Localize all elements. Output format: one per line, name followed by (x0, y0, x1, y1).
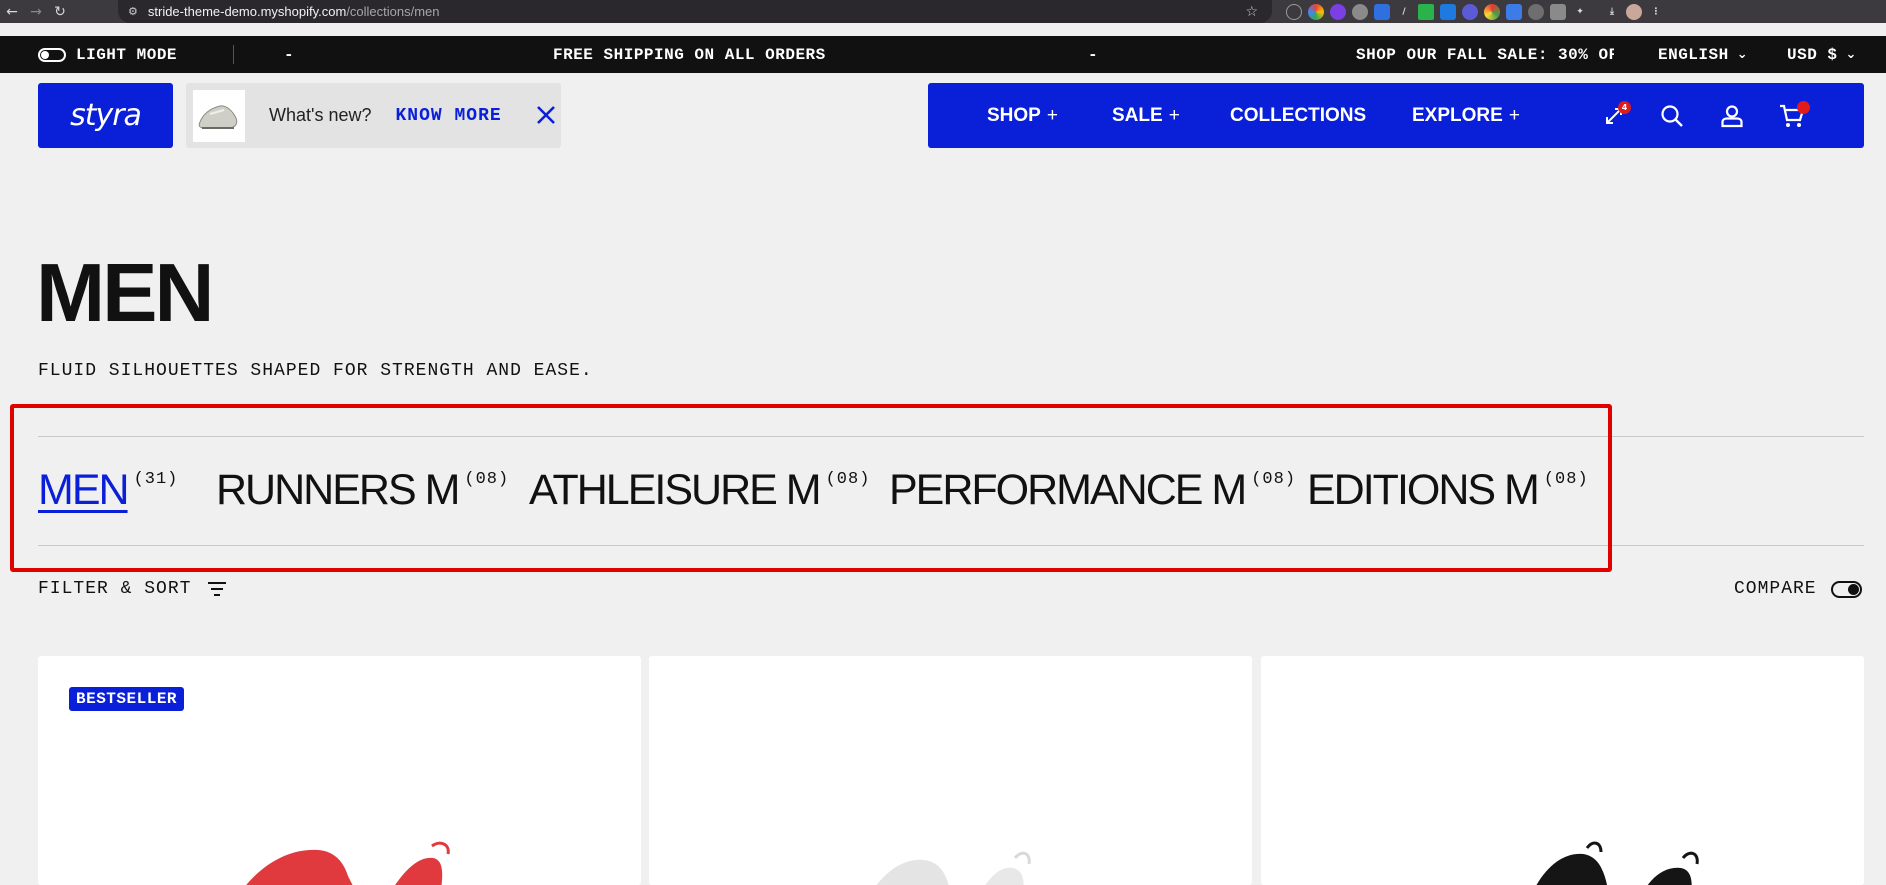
product-image (876, 851, 1031, 885)
url-host: stride-theme-demo.myshopify.com (147, 4, 347, 19)
product-card[interactable]: BESTSELLER (38, 656, 641, 885)
separator: - (1088, 45, 1099, 64)
tab-label: MEN (38, 466, 130, 514)
back-icon[interactable]: ← (0, 0, 24, 23)
dark-mode-toggle-icon (38, 47, 66, 62)
extension-icon[interactable] (1528, 3, 1544, 20)
main-navigation: SHOP + SALE + COLLECTIONS EXPLORE + 4 (928, 83, 1864, 148)
plus-icon: + (1168, 104, 1180, 126)
nav-shop-label: SHOP (987, 104, 1041, 126)
extension-icon[interactable] (1374, 3, 1390, 20)
chevron-down-icon: ⌄ (1736, 47, 1749, 62)
bookmark-star-icon[interactable]: ☆ (1245, 4, 1258, 20)
address-bar[interactable]: ⚙ stride-theme-demo.myshopify.com/collec… (118, 0, 1272, 23)
compare-count-badge: 4 (1618, 101, 1631, 114)
product-image (1536, 841, 1699, 885)
collection-tab-editions-m[interactable]: EDITIONS M (08) (1307, 464, 1589, 516)
collection-tab-men[interactable]: MEN (31) (38, 464, 178, 516)
bestseller-badge: BESTSELLER (69, 687, 185, 711)
toggle-switch-icon (1830, 580, 1862, 598)
nav-collections[interactable]: COLLECTIONS (1230, 83, 1366, 148)
tab-label: PERFORMANCE M (889, 466, 1247, 514)
extension-icon[interactable] (1506, 3, 1522, 20)
download-icon[interactable]: ⤓ (1604, 3, 1620, 20)
extension-icon[interactable] (1308, 3, 1324, 20)
logo-text: styra (70, 98, 142, 133)
nav-sale-label: SALE (1112, 104, 1163, 126)
page-subtitle: FLUID SILHOUETTES SHAPED FOR STRENGTH AN… (38, 361, 593, 381)
compare-toggle[interactable]: COMPARE (1734, 579, 1862, 599)
extension-icon[interactable] (1352, 3, 1368, 20)
collection-tab-performance-m[interactable]: PERFORMANCE M (08) (889, 464, 1296, 516)
language-label: ENGLISH (1658, 45, 1729, 64)
nav-sale[interactable]: SALE + (1112, 83, 1180, 148)
extension-icon[interactable] (1286, 3, 1302, 20)
profile-avatar[interactable] (1626, 3, 1642, 20)
forward-icon[interactable]: → (24, 0, 48, 23)
reload-icon[interactable]: ↻ (48, 0, 72, 23)
compare-label: COMPARE (1734, 579, 1817, 599)
account-icon[interactable] (1716, 100, 1748, 132)
sale-message[interactable]: SHOP OUR FALL SALE: 30% OF (1356, 36, 1614, 73)
shipping-message: FREE SHIPPING ON ALL ORDERS (553, 45, 826, 64)
extension-icon[interactable] (1484, 3, 1500, 20)
know-more-link[interactable]: KNOW MORE (395, 106, 501, 126)
tab-count: (08) (1251, 470, 1297, 489)
product-image (246, 841, 450, 885)
url-path: /collections/men (346, 4, 440, 19)
chevron-down-icon: ⌄ (1845, 47, 1857, 62)
filter-sort-label: FILTER & SORT (38, 579, 192, 599)
tab-label: EDITIONS M (1307, 466, 1540, 514)
search-icon[interactable] (1656, 100, 1688, 132)
divider (233, 45, 234, 64)
light-mode-label: LIGHT MODE (76, 45, 178, 64)
whats-new-label: What's new? (269, 105, 372, 125)
separator: - (284, 45, 295, 64)
site-settings-icon[interactable]: ⚙ (128, 5, 138, 18)
whats-new-banner: What's new? KNOW MORE (186, 83, 561, 148)
browser-toolbar: ← → ↻ ⚙ stride-theme-demo.myshopify.com /… (0, 0, 1886, 23)
extension-icon[interactable] (1330, 3, 1346, 20)
currency-selector[interactable]: USD $ ⌄ (1787, 36, 1857, 73)
extension-icon[interactable] (1462, 3, 1478, 20)
puzzle-icon[interactable]: ✦ (1572, 3, 1588, 20)
filter-sort-button[interactable]: FILTER & SORT (38, 579, 227, 599)
nav-collections-label: COLLECTIONS (1230, 104, 1367, 126)
collection-tab-athleisure-m[interactable]: ATHLEISURE M (08) (529, 464, 870, 516)
nav-explore-label: EXPLORE (1412, 104, 1503, 126)
tab-label: RUNNERS M (216, 466, 460, 514)
language-selector[interactable]: ENGLISH ⌄ (1658, 36, 1748, 73)
collection-tab-runners-m[interactable]: RUNNERS M (08) (216, 464, 509, 516)
announcement-bar: LIGHT MODE - FREE SHIPPING ON ALL ORDERS… (0, 36, 1886, 73)
extension-icon[interactable]: / (1396, 3, 1412, 20)
product-thumbnail[interactable] (193, 89, 245, 142)
tab-count: (31) (133, 470, 179, 489)
compare-icon[interactable]: 4 (1598, 100, 1631, 132)
product-card[interactable] (649, 656, 1252, 885)
menu-icon[interactable]: ⋮ (1648, 3, 1664, 20)
cart-icon[interactable] (1776, 100, 1810, 132)
nav-explore[interactable]: EXPLORE + (1412, 83, 1520, 148)
tab-count: (08) (825, 470, 871, 489)
close-icon[interactable] (534, 103, 560, 129)
light-mode-toggle[interactable]: LIGHT MODE (38, 36, 177, 73)
tab-label: ATHLEISURE M (529, 466, 822, 514)
plus-icon: + (1046, 104, 1058, 126)
extension-icon[interactable] (1418, 3, 1434, 20)
product-card[interactable] (1261, 656, 1864, 885)
filter-icon (208, 582, 227, 596)
page-title: MEN (36, 246, 214, 339)
cart-badge (1797, 101, 1810, 114)
plus-icon: + (1508, 104, 1520, 126)
extension-icon[interactable] (1440, 3, 1456, 20)
tab-count: (08) (464, 470, 510, 489)
currency-label: USD $ (1787, 45, 1838, 64)
extensions-bar: / ✦ ⤓ ⋮ (1286, 0, 1664, 23)
store-logo[interactable]: styra (38, 83, 173, 148)
extension-icon[interactable] (1550, 3, 1566, 20)
nav-shop[interactable]: SHOP + (987, 83, 1058, 148)
tab-count: (08) (1543, 470, 1589, 489)
